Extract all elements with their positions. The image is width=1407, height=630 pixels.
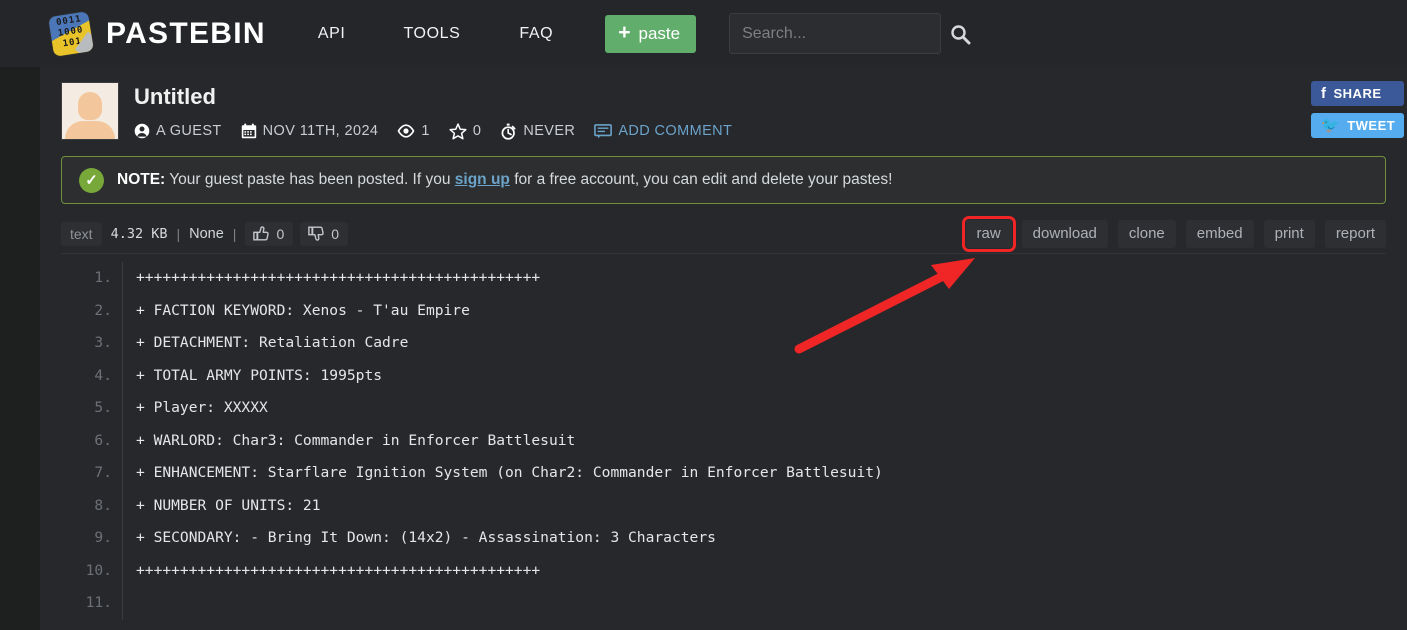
dislike-button[interactable]: 0 xyxy=(300,222,349,246)
line-number: 9. xyxy=(94,529,112,546)
new-paste-label: paste xyxy=(638,23,681,43)
comment-icon xyxy=(594,123,613,139)
paste-toolbar: text 4.32 KB | None | 0 0 raw download c… xyxy=(61,215,1386,254)
paste-content-panel: Untitled A GUEST NOV 11TH, 2024 1 0 NEVE… xyxy=(40,67,1407,630)
paste-meta: A GUEST NOV 11TH, 2024 1 0 NEVER ADD COM… xyxy=(134,120,751,142)
paste-header: Untitled A GUEST NOV 11TH, 2024 1 0 NEVE… xyxy=(40,67,1407,147)
new-paste-button[interactable]: + paste xyxy=(605,14,697,53)
line-number-gutter: 1. 2. 3. 4. 5. 6. 7. 8. 9. 10. 11. xyxy=(61,262,123,620)
meta-date-label: NOV 11TH, 2024 xyxy=(262,123,379,139)
star-icon xyxy=(449,122,467,140)
timer-icon xyxy=(500,123,517,140)
clone-button[interactable]: clone xyxy=(1117,220,1176,248)
code-line: + NUMBER OF UNITS: 21 xyxy=(136,496,321,514)
paste-actions: raw download clone embed print report xyxy=(956,216,1386,252)
line-number: 7. xyxy=(94,464,112,481)
note-text-after: for a free account, you can edit and del… xyxy=(509,171,893,188)
thumbs-down-icon xyxy=(308,225,325,242)
print-button[interactable]: print xyxy=(1263,220,1315,248)
line-number: 10. xyxy=(85,561,112,579)
embed-button[interactable]: embed xyxy=(1185,220,1254,248)
format-chip[interactable]: text xyxy=(61,222,102,246)
note-text-before: Your guest paste has been posted. If you xyxy=(165,171,455,188)
paste-language: None xyxy=(189,226,224,242)
meta-date: NOV 11TH, 2024 xyxy=(241,123,379,139)
line-number: 3. xyxy=(94,334,112,351)
meta-author[interactable]: A GUEST xyxy=(134,123,222,139)
avatar xyxy=(61,82,119,140)
nav-item-api[interactable]: API xyxy=(318,25,346,43)
download-button[interactable]: download xyxy=(1021,220,1108,248)
add-comment-link[interactable]: ADD COMMENT xyxy=(594,123,732,139)
note-banner: ✓ NOTE: Your guest paste has been posted… xyxy=(61,156,1386,204)
raw-button[interactable]: raw xyxy=(961,216,1016,252)
nav-item-faq[interactable]: FAQ xyxy=(519,25,553,43)
share-facebook-button[interactable]: f SHARE xyxy=(1311,81,1404,106)
sign-up-link[interactable]: sign up xyxy=(455,171,510,188)
nav-item-tools[interactable]: TOOLS xyxy=(403,25,460,43)
brand[interactable]: 0011 1000 101 PASTEBIN xyxy=(46,10,266,58)
thumbs-up-icon xyxy=(253,225,270,242)
code-line: + DETACHMENT: Retaliation Cadre xyxy=(136,334,409,351)
user-icon xyxy=(134,123,150,139)
check-circle-icon: ✓ xyxy=(79,167,104,193)
brand-name: PASTEBIN xyxy=(106,16,266,50)
share-twitter-button[interactable]: 🐦 TWEET xyxy=(1311,113,1404,138)
like-count: 0 xyxy=(276,225,285,242)
site-header: 0011 1000 101 PASTEBIN API TOOLS FAQ + p… xyxy=(0,0,1407,67)
facebook-icon: f xyxy=(1321,85,1327,102)
paste-code-area: 1. 2. 3. 4. 5. 6. 7. 8. 9. 10. 11. +++++… xyxy=(61,262,1407,620)
line-number: 1. xyxy=(94,269,112,286)
code-line: ++++++++++++++++++++++++++++++++++++++++… xyxy=(136,561,541,579)
line-number: 8. xyxy=(94,496,112,514)
code-line: + Player: XXXXX xyxy=(136,399,268,416)
add-comment-label: ADD COMMENT xyxy=(618,123,733,139)
code-line: + TOTAL ARMY POINTS: 1995pts xyxy=(136,366,383,384)
share-label: SHARE xyxy=(1333,86,1382,101)
toolbar-separator-1: | xyxy=(176,226,181,242)
meta-stars: 0 xyxy=(449,122,482,140)
meta-stars-count: 0 xyxy=(472,123,482,139)
tweet-label: TWEET xyxy=(1347,118,1396,133)
code-line: ++++++++++++++++++++++++++++++++++++++++… xyxy=(136,269,541,286)
meta-expiry-label: NEVER xyxy=(523,123,576,139)
like-button[interactable]: 0 xyxy=(245,222,294,246)
meta-views-count: 1 xyxy=(421,123,430,139)
meta-views: 1 xyxy=(397,123,429,139)
line-number: 6. xyxy=(94,431,112,449)
code-line: + WARLORD: Char3: Commander in Enforcer … xyxy=(136,431,576,449)
search-input[interactable] xyxy=(742,24,950,43)
code-line: + ENHANCEMENT: Starflare Ignition System… xyxy=(136,464,883,481)
search-icon[interactable] xyxy=(949,23,971,45)
line-number: 5. xyxy=(94,399,112,416)
meta-expiry: NEVER xyxy=(500,123,575,140)
paste-size: 4.32 KB xyxy=(110,226,168,242)
code-line: + SECONDARY: - Bring It Down: (14x2) - A… xyxy=(136,529,716,546)
line-number: 4. xyxy=(94,366,112,384)
search-box[interactable] xyxy=(729,13,971,54)
note-text: NOTE: Your guest paste has been posted. … xyxy=(117,171,892,189)
line-number: 11. xyxy=(85,594,112,611)
dislike-count: 0 xyxy=(331,225,340,242)
twitter-icon: 🐦 xyxy=(1321,117,1341,134)
meta-author-label: A GUEST xyxy=(156,123,222,139)
note-label: NOTE: xyxy=(117,171,166,188)
code-line: + FACTION KEYWORD: Xenos - T'au Empire xyxy=(136,301,470,319)
calendar-icon xyxy=(241,123,257,139)
eye-icon xyxy=(397,124,415,138)
report-button[interactable]: report xyxy=(1324,220,1386,248)
pastebin-logo-icon: 0011 1000 101 xyxy=(46,10,94,58)
line-number: 2. xyxy=(94,301,112,319)
code-lines[interactable]: ++++++++++++++++++++++++++++++++++++++++… xyxy=(123,262,883,620)
toolbar-separator-2: | xyxy=(232,226,237,242)
page-title: Untitled xyxy=(134,84,216,109)
